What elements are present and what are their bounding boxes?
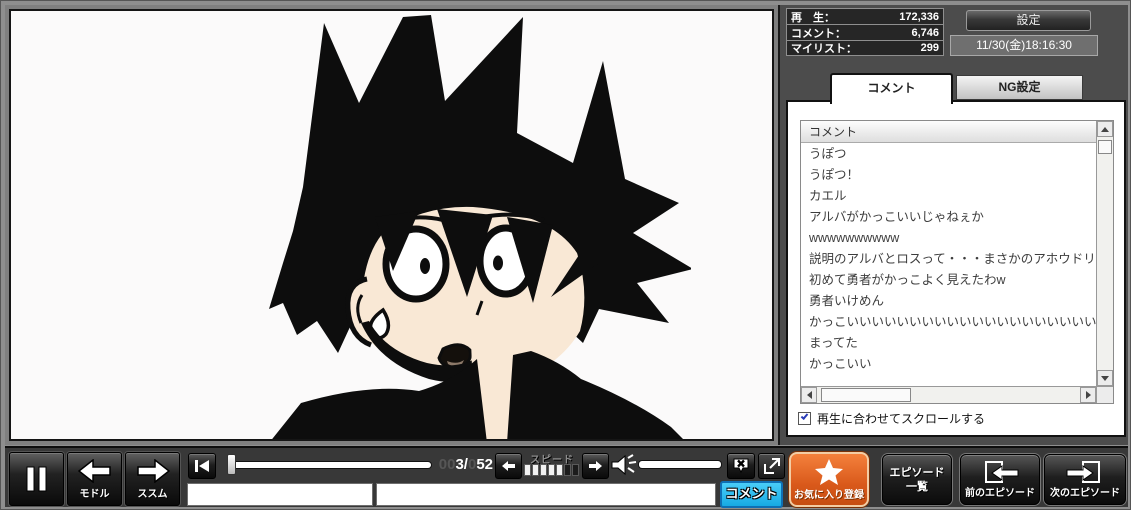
comment-row: 勇者いけめん — [801, 291, 1096, 312]
comment-rows: うぽつうぽつ！カエルアルバがかっこいいじゃねぇかwwwwwwwwww説明のアルバ… — [801, 144, 1096, 386]
episode-list-label-line1: エピソード — [890, 466, 945, 480]
comment-row: かっこいいいいいいいいいいいいいいいいいいいいいい — [801, 312, 1096, 333]
stat-row-mylist: マイリスト： 299 — [786, 40, 944, 56]
page-counter: 003/052 — [433, 456, 493, 473]
datetime-display: 11/30(金)18:16:30 — [950, 35, 1098, 56]
skip-start-icon — [194, 459, 210, 473]
scroll-left-button[interactable] — [801, 387, 817, 403]
speech-bubble-x-icon — [732, 457, 750, 475]
comments-value: 6,746 — [911, 27, 939, 39]
seek-bar-handle[interactable] — [227, 454, 236, 475]
tab-comment[interactable]: コメント — [830, 73, 953, 104]
triangle-down-icon — [1101, 376, 1109, 381]
pause-icon — [25, 466, 49, 492]
horizontal-scrollbar[interactable] — [801, 386, 1096, 403]
episode-list-label-line2: 一覧 — [906, 480, 928, 494]
mylist-label: マイリスト： — [791, 40, 857, 56]
vertical-scroll-thumb[interactable] — [1098, 140, 1112, 154]
comment-row: wwwwwwwwww — [801, 228, 1096, 249]
counter-dim-prefix: 00 — [439, 456, 456, 473]
favorite-button-label: お気に入り登録 — [794, 486, 864, 501]
video-screen[interactable] — [9, 9, 774, 441]
comments-label: コメント： — [791, 25, 846, 41]
stats-box: 再 生： 172,336 コメント： 6,746 マイリスト： 299 — [786, 8, 944, 56]
comment-row: アルバがかっこいいじゃねぇか — [801, 207, 1096, 228]
arrow-right-icon — [588, 460, 603, 472]
tab-ng-settings[interactable]: NG設定 — [956, 75, 1083, 100]
comment-row: かっこいい — [801, 354, 1096, 375]
speed-down-button[interactable] — [495, 453, 522, 479]
check-icon — [801, 412, 809, 420]
back-button[interactable]: モドル — [67, 452, 122, 506]
back-arrow-icon — [78, 459, 112, 483]
comment-row: うぽつ — [801, 144, 1096, 165]
forward-arrow-icon — [136, 459, 170, 483]
stat-row-comments: コメント： 6,746 — [786, 24, 944, 40]
settings-button[interactable]: 設定 — [966, 10, 1091, 31]
comment-row: うぽつ！ — [801, 165, 1096, 186]
triangle-right-icon — [1086, 391, 1091, 399]
comment-input[interactable] — [376, 483, 716, 506]
comment-row: カエル — [801, 186, 1096, 207]
speed-up-button[interactable] — [582, 453, 609, 479]
views-value: 172,336 — [899, 11, 939, 23]
comment-row: 初めて勇者がかっこよく見えたわw — [801, 270, 1096, 291]
autoscroll-label: 再生に合わせてスクロールする — [817, 410, 985, 427]
skip-to-start-button[interactable] — [188, 453, 216, 479]
comment-tab-panel: コメント うぽつうぽつ！カエルアルバがかっこいいじゃねぇかwwwwwwwwww説… — [786, 100, 1126, 437]
views-label: 再 生： — [791, 9, 835, 25]
episode-list-button[interactable]: エピソード 一覧 — [882, 454, 952, 505]
side-panel: 再 生： 172,336 コメント： 6,746 マイリスト： 299 設定 1… — [778, 5, 1128, 445]
next-episode-button[interactable]: 次のエピソード — [1044, 454, 1126, 505]
counter-current: 3/ — [455, 456, 468, 473]
volume-slider[interactable] — [639, 461, 721, 468]
comment-list: コメント うぽつうぽつ！カエルアルバがかっこいいじゃねぇかwwwwwwwwww説… — [800, 120, 1114, 404]
scroll-down-button[interactable] — [1097, 370, 1113, 386]
speaker-icon[interactable] — [609, 454, 637, 476]
comment-toggle-button[interactable] — [727, 453, 755, 479]
arrow-left-icon — [501, 460, 516, 472]
video-frame — [5, 5, 778, 445]
triangle-up-icon — [1101, 127, 1109, 132]
triangle-left-icon — [807, 391, 812, 399]
scroll-up-button[interactable] — [1097, 121, 1113, 137]
mylist-value: 299 — [921, 42, 939, 54]
comment-row: まってた — [801, 333, 1096, 354]
next-episode-icon — [1065, 460, 1105, 484]
resize-expand-icon — [763, 457, 781, 475]
speed-blocks — [524, 464, 579, 476]
counter-total: 52 — [476, 456, 493, 473]
autoscroll-row: 再生に合わせてスクロールする — [798, 410, 985, 427]
horizontal-scroll-thumb[interactable] — [821, 388, 911, 402]
prev-episode-button[interactable]: 前のエピソード — [960, 454, 1040, 505]
forward-button[interactable]: ススム — [125, 452, 180, 506]
prev-episode-label: 前のエピソード — [965, 484, 1035, 499]
stat-row-views: 再 生： 172,336 — [786, 8, 944, 24]
scrollbar-corner — [1096, 386, 1113, 403]
comment-row: 説明のアルバとロスって・・・まさかのアホウドリ？ — [801, 249, 1096, 270]
pause-button[interactable] — [9, 452, 64, 506]
favorite-button[interactable]: お気に入り登録 — [789, 452, 869, 507]
player-window: 再 生： 172,336 コメント： 6,746 マイリスト： 299 設定 1… — [0, 0, 1131, 510]
command-input[interactable] — [187, 483, 373, 506]
star-icon — [814, 458, 844, 486]
comment-submit-button[interactable]: コメント — [720, 481, 783, 508]
anime-character-illustration — [131, 11, 691, 441]
next-episode-label: 次のエピソード — [1050, 484, 1120, 499]
forward-button-label: ススム — [138, 485, 168, 500]
vertical-scrollbar[interactable] — [1096, 121, 1113, 386]
seek-bar-track[interactable] — [229, 462, 431, 468]
prev-episode-icon — [980, 460, 1020, 484]
autoscroll-checkbox[interactable] — [798, 412, 811, 425]
back-button-label: モドル — [80, 485, 110, 500]
comment-list-column-header: コメント — [801, 121, 1096, 143]
resize-button[interactable] — [758, 453, 785, 479]
control-bar: モドル ススム 003/052 スピード — [5, 446, 1128, 507]
scroll-right-button[interactable] — [1080, 387, 1096, 403]
